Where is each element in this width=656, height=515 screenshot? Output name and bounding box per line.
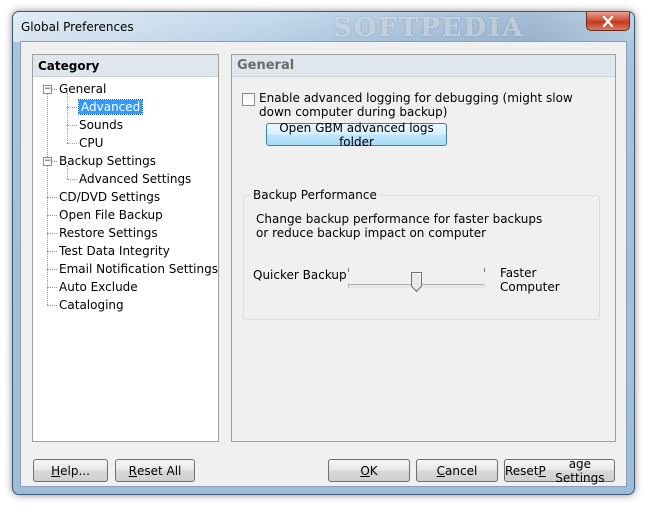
- backup-performance-group: Backup Performance Change backup perform…: [243, 188, 600, 320]
- tree-item-test-data-integrity[interactable]: Test Data Integrity: [59, 243, 170, 259]
- reset-page-label-key: P: [538, 463, 546, 478]
- tree-item-email-notification-settings[interactable]: Email Notification Settings: [59, 261, 218, 277]
- cancel-label-key: C: [436, 463, 446, 478]
- ok-label-key: O: [360, 463, 370, 478]
- reset-page-settings-button[interactable]: Reset Page Settings: [504, 456, 615, 485]
- backup-performance-description: Change backup performance for faster bac…: [256, 212, 543, 240]
- reset-page-label-pre: Reset: [505, 463, 539, 478]
- tree-item-restore-settings[interactable]: Restore Settings: [59, 225, 158, 241]
- window-title: Global Preferences: [21, 20, 134, 34]
- category-header: Category: [33, 55, 218, 77]
- help-button[interactable]: Help...: [33, 459, 108, 482]
- tree-item-general[interactable]: General: [59, 81, 106, 97]
- advanced-logging-checkbox[interactable]: [242, 93, 255, 106]
- tree-item-label: Email Notification Settings: [59, 262, 218, 276]
- reset-all-button[interactable]: Reset All: [115, 459, 195, 482]
- category-tree: − General Advanced Sounds CPU − Backup Setting…: [33, 77, 218, 437]
- reset-page-label-post: age Settings: [555, 456, 605, 485]
- tree-item-cd-dvd-settings[interactable]: CD/DVD Settings: [59, 189, 160, 205]
- tree-item-label: General: [59, 82, 107, 96]
- tree-item-label: CPU: [79, 136, 104, 150]
- close-button[interactable]: [586, 12, 630, 31]
- tree-item-label: Advanced: [77, 99, 144, 115]
- quicker-backup-label: Quicker Backup: [253, 268, 347, 282]
- faster-computer-label: Faster Computer: [500, 266, 560, 294]
- tree-guide-branch: [47, 305, 57, 306]
- advanced-logging-label[interactable]: Enable advanced logging for debugging (m…: [259, 91, 589, 119]
- tree-guide-branch: [47, 233, 57, 234]
- slider-tick-max: [484, 268, 485, 272]
- tree-guide-branch: [67, 179, 77, 180]
- tree-guide-branch: [67, 125, 77, 126]
- help-label-post: elp...: [60, 463, 90, 478]
- tree-item-advanced-settings[interactable]: Advanced Settings: [79, 171, 191, 187]
- help-label-key: H: [51, 463, 61, 478]
- tree-guide-branch: [47, 215, 57, 216]
- tree-item-label: Auto Exclude: [59, 280, 138, 294]
- general-panel: General Enable advanced logging for debu…: [231, 54, 616, 442]
- tree-collapse-icon[interactable]: −: [43, 85, 52, 94]
- dialog-client-area: Category − General Advanced Sounds CPU − Backu…: [20, 41, 627, 487]
- tree-guide-branch: [47, 197, 57, 198]
- tree-guide-branch: [67, 107, 77, 108]
- tree-item-label: Open File Backup: [59, 208, 163, 222]
- tree-item-label: CD/DVD Settings: [59, 190, 161, 204]
- backup-performance-title: Backup Performance: [250, 188, 380, 202]
- cancel-label-post: ancel: [445, 463, 478, 478]
- title-bar[interactable]: Global Preferences SOFTPEDIA: [13, 12, 634, 43]
- softpedia-watermark: SOFTPEDIA: [333, 13, 525, 43]
- tree-guide-children: [67, 93, 68, 143]
- tree-item-label: Sounds: [79, 118, 124, 132]
- tree-guide-branch: [67, 143, 77, 144]
- tree-item-open-file-backup[interactable]: Open File Backup: [59, 207, 163, 223]
- tree-item-label: Test Data Integrity: [59, 244, 170, 258]
- ok-label-post: K: [369, 463, 378, 478]
- tree-item-cataloging[interactable]: Cataloging: [59, 297, 124, 313]
- performance-slider[interactable]: [348, 268, 485, 298]
- tree-collapse-icon[interactable]: −: [43, 157, 52, 166]
- cancel-button[interactable]: Cancel: [416, 459, 498, 482]
- slider-tick-min: [348, 268, 349, 272]
- reset-all-label-post: eset All: [136, 463, 182, 478]
- tree-item-label: Advanced Settings: [79, 172, 192, 186]
- tree-item-sounds[interactable]: Sounds: [79, 117, 123, 133]
- tree-guide-branch: [47, 287, 57, 288]
- tree-guide-branch: [47, 269, 57, 270]
- reset-all-label-key: R: [128, 463, 137, 478]
- ok-button[interactable]: OK: [328, 459, 410, 482]
- tree-item-cpu[interactable]: CPU: [79, 135, 103, 151]
- tree-item-backup-settings[interactable]: Backup Settings: [59, 153, 156, 169]
- slider-thumb[interactable]: [411, 272, 422, 292]
- tree-item-advanced[interactable]: Advanced: [77, 99, 144, 115]
- tree-item-label: Backup Settings: [59, 154, 157, 168]
- global-preferences-window: Global Preferences SOFTPEDIA Category − G…: [12, 11, 635, 495]
- close-icon: [602, 15, 614, 27]
- general-header: General: [232, 55, 615, 77]
- tree-item-label: Cataloging: [59, 298, 124, 312]
- open-logs-folder-button[interactable]: Open GBM advanced logs folder: [266, 121, 447, 149]
- tree-item-auto-exclude[interactable]: Auto Exclude: [59, 279, 138, 295]
- category-panel: Category − General Advanced Sounds CPU − Backu…: [32, 54, 219, 442]
- tree-guide-branch: [47, 251, 57, 252]
- tree-item-label: Restore Settings: [59, 226, 158, 240]
